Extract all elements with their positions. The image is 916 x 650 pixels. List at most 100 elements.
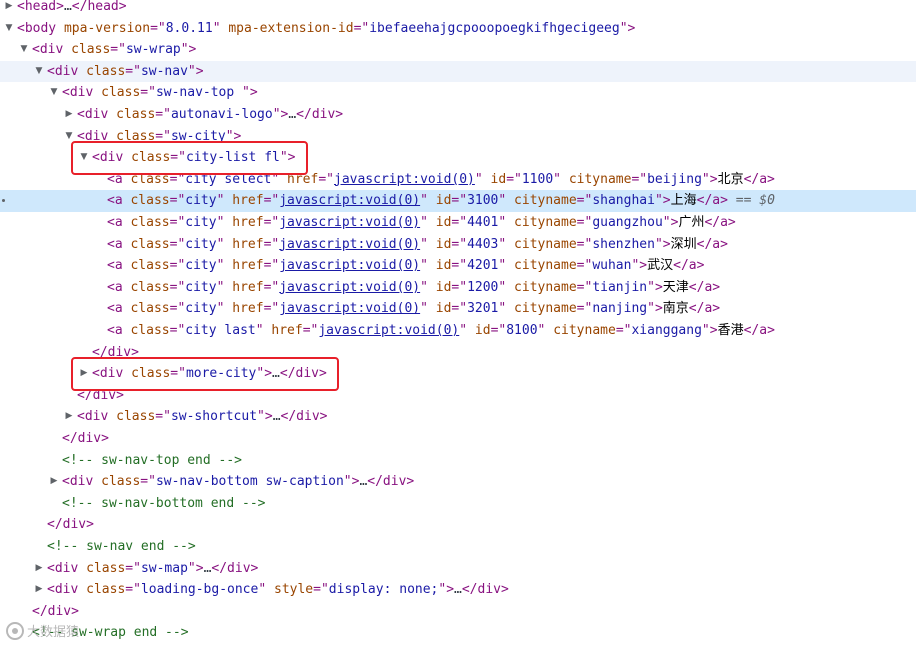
- markup-tag: ": [216, 236, 233, 252]
- dom-node-row[interactable]: ▶ <div class="sw-map">…</div>: [0, 558, 916, 580]
- markup-val: city: [185, 215, 217, 230]
- dom-node-row[interactable]: ▶ <div class="sw-nav-bottom sw-caption">……: [0, 471, 916, 493]
- dom-node-row[interactable]: ▶ <div class="autonavi-logo">…</div>: [0, 104, 916, 126]
- markup-attr: class: [130, 301, 170, 317]
- markup-tag: ": [553, 171, 569, 187]
- dom-node-row[interactable]: <a class="city" href="javascript:void(0)…: [0, 277, 916, 299]
- markup-tag: ">: [619, 20, 636, 36]
- watermark: 大数据猿: [6, 621, 79, 640]
- triangle-right-icon[interactable]: ▶: [34, 558, 44, 580]
- dom-node-row[interactable]: ▶ <div class="sw-shortcut">…</div>: [0, 406, 916, 428]
- markup-val: sw-nav-top: [155, 85, 243, 101]
- dom-node-row[interactable]: <a class="city" href="javascript:void(0)…: [0, 234, 916, 256]
- dom-node-row[interactable]: </div>: [0, 514, 916, 536]
- dom-node-row[interactable]: ▼ <body mpa-version="8.0.11" mpa-extensio…: [0, 18, 916, 40]
- markup-ellipsis[interactable]: …: [273, 409, 281, 424]
- markup-attr: id: [435, 279, 452, 295]
- markup-tag: </div>: [280, 409, 328, 425]
- markup-attr: class: [130, 258, 170, 274]
- markup-tag: ">: [701, 323, 718, 338]
- markup-text: 深圳: [670, 236, 697, 252]
- markup-tag: <a: [107, 279, 131, 295]
- markup-tag: =": [155, 107, 171, 122]
- dom-node-row[interactable]: <!-- sw-nav-bottom end -->: [0, 493, 916, 515]
- triangle-right-icon[interactable]: ▶: [49, 471, 59, 493]
- markup-val: xianggang: [631, 323, 702, 338]
- markup-ellipsis[interactable]: …: [64, 0, 72, 14]
- dom-node-markup: <a class="city" href="javascript:void(0)…: [107, 277, 720, 299]
- markup-val: city: [185, 193, 217, 209]
- markup-attr: cityname: [553, 323, 616, 338]
- markup-ellipsis[interactable]: …: [454, 582, 462, 597]
- dom-node-row[interactable]: ▶ <div class="loading-bg-once" style="dis…: [0, 579, 916, 601]
- markup-val: 4201: [467, 258, 499, 274]
- dom-node-row[interactable]: ▶ <head>…</head>: [0, 0, 916, 18]
- dom-node-row[interactable]: </div>: [0, 428, 916, 450]
- dom-node-row[interactable]: <a class="city" href="javascript:void(0)…: [0, 255, 916, 277]
- markup-link[interactable]: javascript:void(0): [279, 301, 420, 316]
- triangle-down-icon[interactable]: ▼: [19, 39, 29, 61]
- markup-tag: ": [474, 171, 491, 187]
- markup-tag: </div>: [461, 582, 509, 598]
- markup-tag: </a>: [696, 236, 728, 252]
- markup-attr: class: [116, 107, 156, 122]
- dom-node-row[interactable]: <!-- sw-nav-top end -->: [0, 450, 916, 472]
- dom-node-markup: <body mpa-version="8.0.11" mpa-extension…: [17, 18, 635, 40]
- markup-tag: </div>: [296, 107, 344, 122]
- markup-tag: </div>: [62, 431, 109, 446]
- markup-attr: href: [232, 215, 264, 230]
- markup-tag: ": [255, 323, 272, 338]
- markup-attr: class: [130, 279, 170, 295]
- triangle-down-icon[interactable]: ▼: [49, 82, 59, 104]
- markup-tag: =": [169, 215, 186, 230]
- triangle-right-icon[interactable]: ▶: [34, 579, 44, 601]
- markup-link[interactable]: javascript:void(0): [279, 258, 420, 273]
- markup-val: 3100: [467, 193, 499, 209]
- markup-val: shanghai: [592, 193, 655, 209]
- markup-attr: cityname: [514, 258, 577, 274]
- dom-node-row[interactable]: <a class="city last" href="javascript:vo…: [0, 320, 916, 342]
- markup-attr: cityname: [514, 301, 577, 317]
- markup-ellipsis[interactable]: …: [288, 107, 296, 122]
- markup-tag: ">: [187, 63, 204, 79]
- dom-node-markup: <!-- sw-nav-bottom end -->: [62, 493, 266, 515]
- dom-node-row[interactable]: <a class="city" href="javascript:void(0)…: [0, 298, 916, 320]
- markup-tag: ">: [343, 474, 360, 490]
- triangle-right-icon[interactable]: ▶: [64, 104, 74, 126]
- triangle-right-icon[interactable]: ▶: [64, 406, 74, 428]
- triangle-right-icon[interactable]: ▶: [4, 0, 14, 18]
- markup-tag: ": [216, 258, 233, 274]
- dom-node-row[interactable]: </div>: [0, 601, 916, 623]
- markup-tag: ": [498, 301, 515, 317]
- markup-tag: =": [169, 301, 186, 317]
- markup-tag: ": [420, 258, 436, 274]
- dom-node-row[interactable]: <a class="city" href="javascript:void(0)…: [0, 190, 916, 212]
- markup-tag: <a: [107, 236, 131, 252]
- dom-node-row[interactable]: ▼ <div class="sw-wrap">: [0, 39, 916, 61]
- markup-link[interactable]: javascript:void(0): [318, 323, 459, 338]
- markup-tag: =": [110, 42, 126, 58]
- triangle-down-icon[interactable]: ▼: [4, 18, 14, 40]
- dom-node-row[interactable]: <a class="city" href="javascript:void(0)…: [0, 212, 916, 234]
- markup-tag: =": [576, 258, 593, 274]
- dom-node-row[interactable]: <!-- sw-wrap end -->: [0, 622, 916, 644]
- markup-tag: =": [140, 85, 156, 101]
- dom-node-markup: <a class="city" href="javascript:void(0)…: [107, 234, 728, 256]
- dom-node-row[interactable]: ▼ <div class="sw-nav">: [0, 60, 916, 83]
- markup-link[interactable]: javascript:void(0): [279, 280, 420, 295]
- markup-link[interactable]: javascript:void(0): [279, 215, 420, 230]
- markup-eqsel: == $0: [727, 193, 775, 209]
- dom-node-row[interactable]: <!-- sw-nav end -->: [0, 536, 916, 558]
- dom-node-markup: <a class="city" href="javascript:void(0)…: [107, 212, 736, 234]
- triangle-down-icon[interactable]: ▼: [34, 61, 44, 83]
- markup-link[interactable]: javascript:void(0): [279, 193, 420, 208]
- dom-node-row[interactable]: ▼ <div class="sw-nav-top ">: [0, 82, 916, 104]
- markup-tag: ": [498, 279, 515, 295]
- markup-link[interactable]: javascript:void(0): [279, 237, 420, 252]
- markup-link[interactable]: javascript:void(0): [334, 172, 475, 187]
- markup-tag: <a: [107, 301, 131, 317]
- markup-attr: id: [435, 215, 452, 230]
- markup-val: city: [185, 258, 217, 274]
- markup-attr: cityname: [514, 279, 577, 295]
- markup-tag: </a>: [743, 323, 775, 338]
